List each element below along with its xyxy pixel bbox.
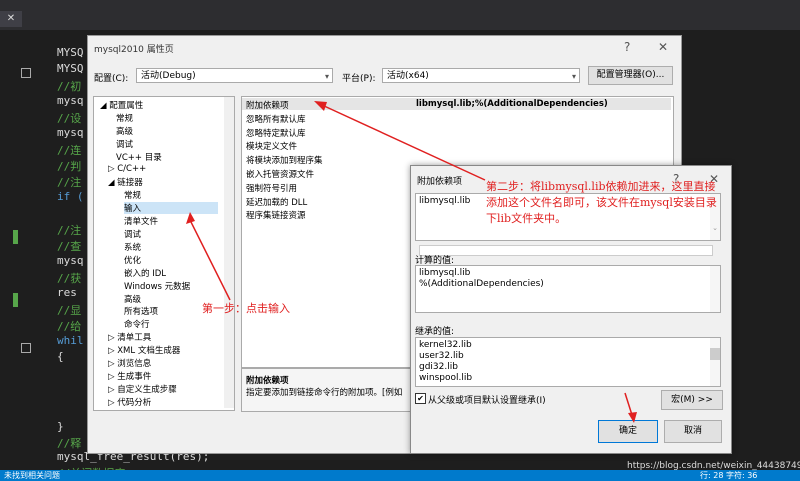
step1-arrow xyxy=(189,219,231,301)
step1-annotation: 第一步：点击输入 xyxy=(202,302,290,315)
step2-annotation-line2: 添加这个文件名即可，该文件在mysql安装目录 xyxy=(486,196,717,209)
step2-annotation-line3: 下lib文件夹中。 xyxy=(486,212,567,225)
annotation-arrows xyxy=(186,101,637,423)
step2-arrowhead xyxy=(314,101,327,111)
ok-arrowhead xyxy=(628,412,637,423)
ok-arrow xyxy=(624,392,633,416)
step2-arrow xyxy=(321,104,486,181)
step1-arrowhead xyxy=(186,212,195,224)
step2-annotation-line1: 第二步：将libmysql.lib依赖加进来，这里直接 xyxy=(486,180,716,193)
